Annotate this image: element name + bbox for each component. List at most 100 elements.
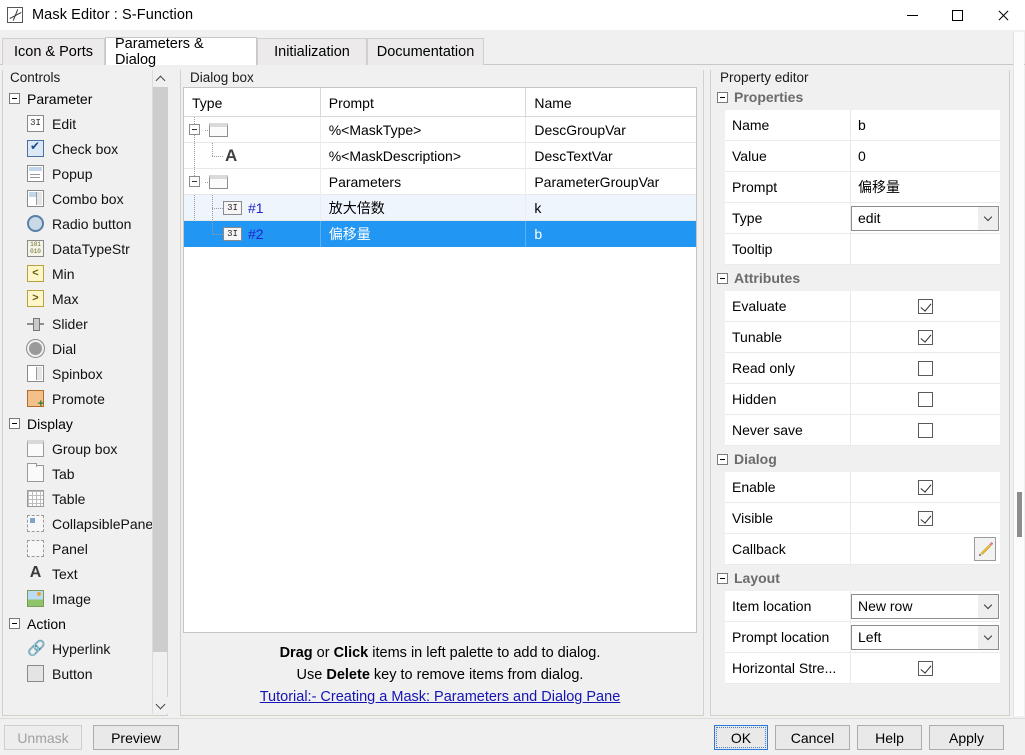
scroll-down-button[interactable]: [153, 697, 168, 714]
palette-group-parameter[interactable]: Parameter: [3, 86, 155, 111]
collapse-icon[interactable]: [717, 272, 728, 284]
tunable-checkbox[interactable]: [918, 329, 933, 345]
palette-group-action[interactable]: Action: [3, 611, 155, 636]
evaluate-checkbox[interactable]: [918, 298, 933, 314]
palette-item-combo-box[interactable]: Combo box: [3, 186, 155, 211]
palette-item-collapsible-panel[interactable]: CollapsiblePanel: [3, 511, 155, 536]
property-row-callback[interactable]: Callback: [725, 534, 1000, 565]
palette-item-max[interactable]: > Max: [3, 286, 155, 311]
palette-item-image[interactable]: Image: [3, 586, 155, 611]
column-header-type[interactable]: Type: [184, 88, 321, 117]
property-row-tunable[interactable]: Tunable: [725, 322, 1000, 353]
minimize-button[interactable]: [890, 0, 935, 30]
property-row-prompt[interactable]: Prompt 偏移量: [725, 172, 1000, 203]
collapse-icon[interactable]: [717, 572, 728, 584]
read-only-checkbox[interactable]: [918, 360, 933, 376]
palette-item-edit[interactable]: 3I Edit: [3, 111, 155, 136]
chevron-down-icon[interactable]: [978, 594, 998, 618]
property-value-value[interactable]: 0: [851, 141, 1000, 171]
dialog-tree[interactable]: Type Prompt Name %<MaskType> DescGroupVa…: [183, 87, 697, 633]
property-row-visible[interactable]: Visible: [725, 503, 1000, 534]
palette-item-hyperlink[interactable]: 🔗 Hyperlink: [3, 636, 155, 661]
apply-button[interactable]: Apply: [929, 725, 1004, 750]
visible-checkbox[interactable]: [918, 510, 933, 526]
collapse-icon[interactable]: [9, 618, 20, 629]
palette-item-spinbox[interactable]: Spinbox: [3, 361, 155, 386]
window-scrollbar[interactable]: [1013, 32, 1024, 716]
palette-item-min[interactable]: < Min: [3, 261, 155, 286]
close-button[interactable]: [980, 0, 1025, 30]
property-value-prompt[interactable]: 偏移量: [851, 172, 1000, 202]
palette-item-dial[interactable]: Dial: [3, 336, 155, 361]
palette-item-table[interactable]: Table: [3, 486, 155, 511]
unmask-button[interactable]: Unmask: [4, 725, 82, 750]
property-value-name[interactable]: b: [851, 110, 1000, 140]
hidden-checkbox[interactable]: [918, 391, 933, 407]
palette-item-tab[interactable]: Tab: [3, 461, 155, 486]
property-row-read-only[interactable]: Read only: [725, 353, 1000, 384]
prompt-location-dropdown[interactable]: Left: [851, 624, 999, 650]
tab-documentation[interactable]: Documentation: [367, 38, 484, 65]
section-header-properties[interactable]: Properties: [711, 84, 1001, 110]
palette-scroll-thumb[interactable]: [153, 87, 168, 652]
section-header-dialog[interactable]: Dialog: [711, 446, 1001, 472]
property-value-tooltip[interactable]: [851, 234, 1000, 264]
tab-initialization[interactable]: Initialization: [257, 38, 367, 65]
section-header-layout[interactable]: Layout: [711, 565, 1001, 591]
palette-item-data-type-str[interactable]: 101 010 DataTypeStr: [3, 236, 155, 261]
table-row[interactable]: 3I #1 放大倍数 k: [184, 195, 696, 221]
property-row-enable[interactable]: Enable: [725, 472, 1000, 503]
property-row-hidden[interactable]: Hidden: [725, 384, 1000, 415]
column-header-prompt[interactable]: Prompt: [321, 88, 527, 117]
property-row-evaluate[interactable]: Evaluate: [725, 291, 1000, 322]
palette-group-display[interactable]: Display: [3, 411, 155, 436]
horizontal-stretch-checkbox[interactable]: [918, 660, 933, 676]
collapse-icon[interactable]: [717, 91, 728, 103]
tree-expander-cell[interactable]: [187, 169, 205, 195]
property-row-tooltip[interactable]: Tooltip: [725, 234, 1000, 265]
palette-item-button[interactable]: Button: [3, 661, 155, 686]
chevron-down-icon[interactable]: [978, 206, 998, 230]
column-header-name[interactable]: Name: [526, 88, 696, 117]
collapse-icon[interactable]: [189, 176, 200, 187]
palette-item-popup[interactable]: Popup: [3, 161, 155, 186]
callback-edit-button[interactable]: [974, 537, 996, 561]
never-save-checkbox[interactable]: [918, 422, 933, 438]
tab-parameters-dialog[interactable]: Parameters & Dialog: [105, 36, 257, 68]
collapse-icon[interactable]: [717, 453, 728, 465]
window-scroll-thumb[interactable]: [1017, 492, 1022, 537]
collapse-icon[interactable]: [9, 93, 20, 104]
palette-item-slider[interactable]: Slider: [3, 311, 155, 336]
section-header-attributes[interactable]: Attributes: [711, 265, 1001, 291]
ok-button[interactable]: OK: [714, 725, 768, 750]
property-row-name[interactable]: Name b: [725, 110, 1000, 141]
property-row-prompt-location[interactable]: Prompt location Left: [725, 622, 1000, 653]
palette-item-panel[interactable]: Panel: [3, 536, 155, 561]
palette-item-text[interactable]: A Text: [3, 561, 155, 586]
item-location-dropdown[interactable]: New row: [851, 593, 999, 619]
scroll-up-button[interactable]: [153, 70, 168, 87]
preview-button[interactable]: Preview: [93, 725, 179, 750]
collapse-icon[interactable]: [9, 418, 20, 429]
table-row[interactable]: %<MaskType> DescGroupVar: [184, 117, 696, 143]
table-row-selected[interactable]: 3I #2 偏移量 b: [184, 221, 696, 247]
maximize-button[interactable]: [935, 0, 980, 30]
property-row-item-location[interactable]: Item location New row: [725, 591, 1000, 622]
tab-icon-ports[interactable]: Icon & Ports: [2, 38, 105, 65]
type-dropdown[interactable]: edit: [851, 205, 999, 231]
collapse-icon[interactable]: [189, 124, 200, 135]
tutorial-link[interactable]: Tutorial:- Creating a Mask: Parameters a…: [260, 689, 621, 705]
palette-item-check-box[interactable]: Check box: [3, 136, 155, 161]
enable-checkbox[interactable]: [918, 479, 933, 495]
table-row[interactable]: A %<MaskDescription> DescTextVar: [184, 143, 696, 169]
table-row[interactable]: Parameters ParameterGroupVar: [184, 169, 696, 195]
palette-item-radio-button[interactable]: Radio button: [3, 211, 155, 236]
palette-item-promote[interactable]: Promote: [3, 386, 155, 411]
palette-scrollbar[interactable]: [152, 70, 168, 714]
property-row-never-save[interactable]: Never save: [725, 415, 1000, 446]
tree-expander-cell[interactable]: [187, 117, 205, 143]
chevron-down-icon[interactable]: [978, 625, 998, 649]
palette-item-group-box[interactable]: Group box: [3, 436, 155, 461]
property-row-type[interactable]: Type edit: [725, 203, 1000, 234]
cancel-button[interactable]: Cancel: [775, 725, 850, 750]
